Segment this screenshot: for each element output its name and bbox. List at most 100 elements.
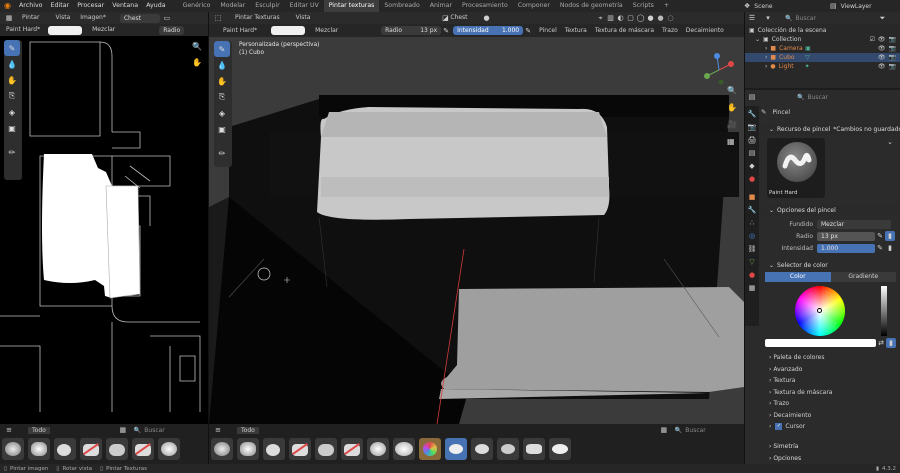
viewport-menu-view[interactable]: Vista [296,12,311,24]
header-menu-texture[interactable]: Textura [565,25,587,37]
gradient-tab[interactable]: Gradiente [830,272,896,282]
vp-mask-tool-icon[interactable]: ▣ [214,121,230,137]
camera-visibility-icon[interactable]: 👁 [878,44,886,53]
image-tools-icon[interactable]: ▭ [162,13,172,23]
light-render-icon[interactable]: 📷 [889,62,896,71]
blender-logo-icon[interactable]: ◉ [0,0,15,12]
vp-fill-tool-icon[interactable]: ◈ [214,105,230,121]
brush-dropdown[interactable]: Paint Hard* [6,24,40,36]
vp-grid-icon[interactable]: ▦ [727,133,737,150]
vp-brush-thumb-14[interactable] [549,438,571,460]
outliner-item-light[interactable]: › ● Light ✦ 👁 📷 [745,62,900,71]
brush-asset-menu-icon[interactable]: ⌄ [885,137,895,147]
outliner-search-input[interactable]: Buscar [795,15,855,22]
viewport-blend-dropdown[interactable]: Mezclar [315,25,375,37]
header-menu-falloff[interactable]: Decaimiento [686,25,724,37]
data-tab-icon[interactable]: ▽ [747,257,757,267]
vp-brush-thumb-13[interactable] [523,438,545,460]
color-wheel-cursor[interactable] [817,308,822,313]
view-layer-tab-icon[interactable]: ▤ [747,148,757,158]
vp-draw-tool-icon[interactable]: ✎ [214,41,230,57]
image-pan-icon[interactable]: ✋ [192,58,202,67]
viewlayer-selector[interactable]: ▤ ViewLayer [830,0,872,12]
symmetry-panel-header[interactable]: › Simetría [761,441,900,452]
menu-edit[interactable]: Editar [47,0,74,12]
image-zoom-icon[interactable]: 🔍 [192,42,202,51]
outliner-item-cube[interactable]: › ■ Cubo ▽ 👁 📷 [745,53,900,62]
brush-thumb-2[interactable] [28,438,50,460]
tab-modeling[interactable]: Modelar [215,0,250,12]
modifier-tab-icon[interactable]: 🔧 [747,205,757,215]
clone-tool-icon[interactable]: ⎘ [4,88,20,104]
image-name-field[interactable]: Chest [119,13,160,23]
menu-image[interactable]: Imagen* [80,12,106,24]
shading-wire-icon[interactable]: ◯ [636,13,646,23]
radius-prop-field[interactable]: 13 px [817,231,875,241]
shading-dot-icon[interactable]: ● [482,13,492,23]
header-menu-stroke[interactable]: Trazo [662,25,678,37]
vp-brush-thumb-12[interactable] [497,438,519,460]
material-tab-icon[interactable]: ● [747,270,757,280]
physics-tab-icon[interactable]: ◎ [747,231,757,241]
subpanel-advanced[interactable]: › Avanzado [761,364,900,376]
subpanel-color-palette[interactable]: › Paleta de colores [761,352,900,364]
shelf-search-input[interactable]: Buscar [144,427,165,434]
subpanel-texture[interactable]: › Textura [761,375,900,387]
vp-brush-thumb-2[interactable] [237,438,259,460]
tab-shading[interactable]: Sombreado [379,0,424,12]
menu-window[interactable]: Ventana [108,0,142,12]
brush-catalog-all[interactable]: Todo [28,426,50,434]
add-workspace-button[interactable]: + [659,0,674,12]
shading-material-icon[interactable]: ● [656,13,666,23]
subpanel-mask-texture[interactable]: › Textura de máscara [761,387,900,399]
3d-viewport[interactable]: ⬚ Pintar Texturas Vista ◪ Chest ● ⌖ ▥ ◐ … [209,12,744,424]
brush-color-field[interactable] [765,339,876,347]
smear-tool-icon[interactable]: ✋ [4,72,20,88]
subpanel-falloff[interactable]: › Decaimiento [761,410,900,422]
outliner-filter-icon[interactable]: ▾ [763,13,773,23]
viewport-strength-field[interactable]: Intensidad 1.000 [453,26,524,35]
color-tab[interactable]: Color [765,272,831,282]
vp-shelf-view-icon[interactable]: ▦ [659,425,669,435]
vp-clone-tool-icon[interactable]: ⎘ [214,89,230,105]
brush-thumb-6[interactable] [132,438,154,460]
cube-visibility-icon[interactable]: 👁 [878,53,886,62]
particles-tab-icon[interactable]: ∴ [747,218,757,228]
header-menu-mask-texture[interactable]: Textura de máscara [595,25,654,37]
vp-brush-catalog-all[interactable]: Todo [237,426,259,434]
options-panel-header[interactable]: › Opciones [761,453,900,464]
expand-camera-icon[interactable]: › [765,44,767,53]
color-pick-icon[interactable]: ▮ [886,338,896,348]
brush-settings-panel-header[interactable]: ⌄ Opciones del pincel [761,205,900,216]
color-picker-panel-header[interactable]: ⌄ Selector de color [761,260,900,271]
vp-brush-thumb-3[interactable] [263,438,285,460]
shelf-view-icon[interactable]: ▦ [118,425,128,435]
shading-render-icon[interactable]: ◌ [666,13,676,23]
editor-type-icon[interactable]: ▦ [4,13,14,23]
menu-render[interactable]: Procesar [73,0,108,12]
menu-file[interactable]: Archivo [15,0,47,12]
brush-preview-thumb[interactable]: Paint Hard [767,138,825,198]
menu-help[interactable]: Ayuda [142,0,169,12]
strength-unit-icon[interactable]: ▮ [885,243,895,253]
expand-collection-icon[interactable]: ⌄ [755,35,760,44]
scene-selector[interactable]: ❖ Scene [744,0,773,12]
menu-view[interactable]: Vista [55,12,70,24]
subpanel-stroke[interactable]: › Trazo [761,398,900,410]
soften-tool-icon[interactable]: 💧 [4,56,20,72]
brush-thumb-1[interactable] [2,438,24,460]
viewport-editor-type-icon[interactable]: ⬚ [213,13,223,23]
collection-checkbox-icon[interactable]: ☑ [870,35,875,44]
radius-pressure-icon[interactable]: ✎ [441,26,451,36]
world-tab-icon[interactable]: ● [747,174,757,184]
brush-thumb-5[interactable] [106,438,128,460]
expand-light-icon[interactable]: › [765,62,767,71]
brush-thumb-7[interactable] [158,438,180,460]
collection-visibility-icon[interactable]: 👁 [878,35,886,44]
outliner-scene-collection[interactable]: ▣ Colección de la escena [745,26,900,35]
expand-cube-icon[interactable]: › [765,53,767,62]
vp-shelf-search-input[interactable]: Buscar [685,427,706,434]
strength-prop-field[interactable]: 1.000 [817,243,875,253]
tab-generic[interactable]: Genérico [178,0,216,12]
tab-texture-paint[interactable]: Pintar texturas [323,0,380,12]
